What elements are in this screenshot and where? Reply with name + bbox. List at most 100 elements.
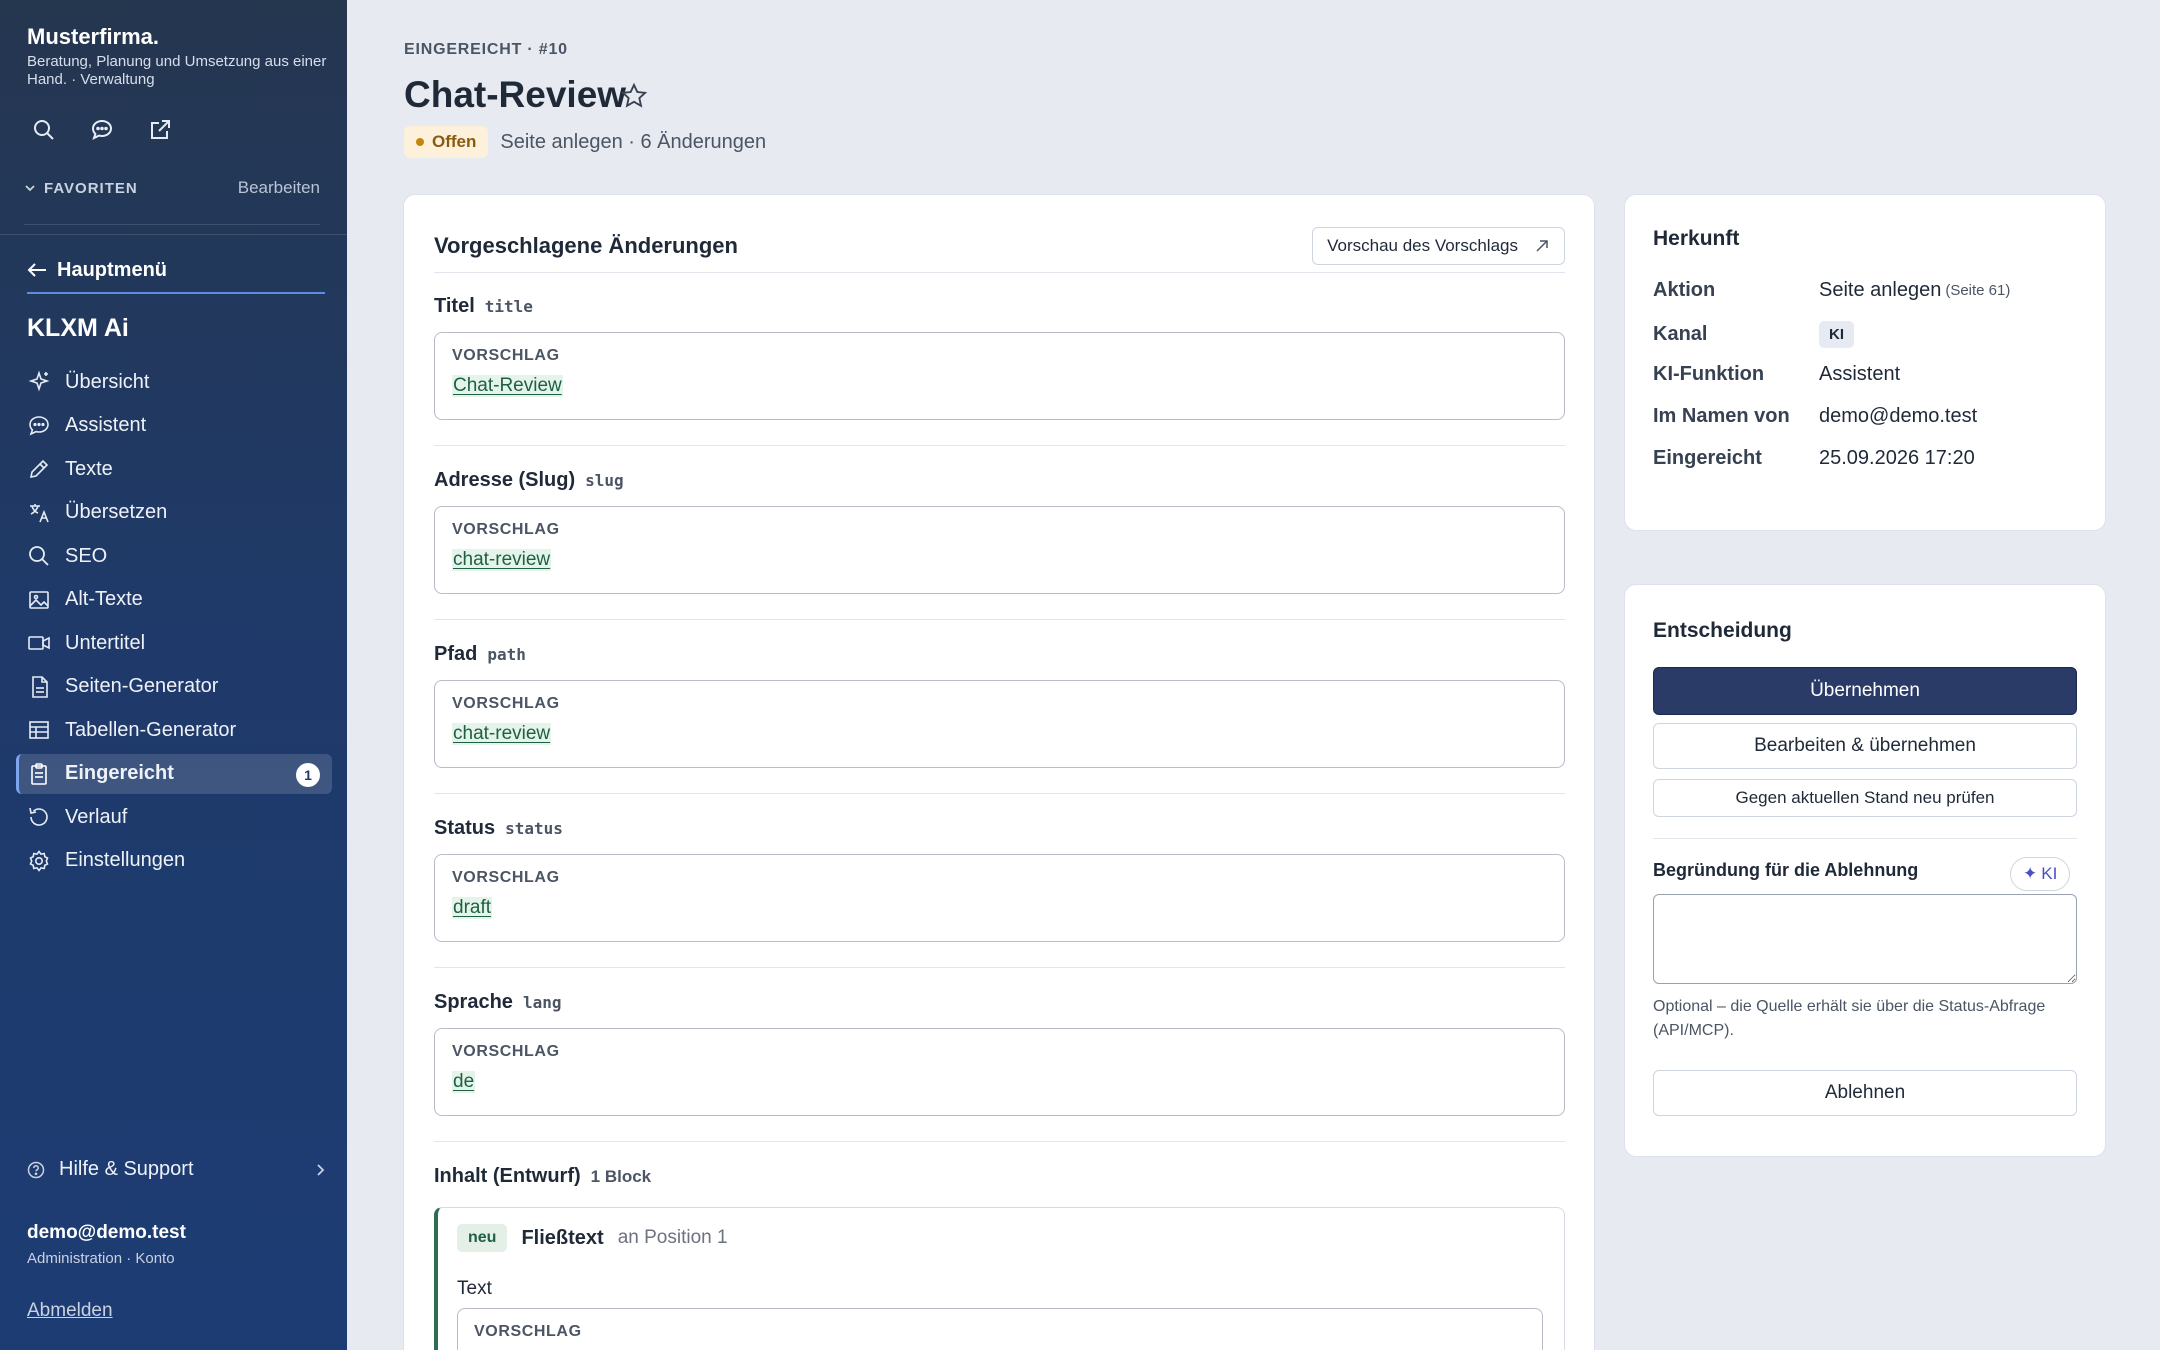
field-status: Status status VORSCHLAG draft [434, 817, 1565, 942]
field-title: Titel title VORSCHLAG Chat-Review [434, 295, 1565, 420]
origin-row-ki-function: KI-Funktion Assistent [1653, 363, 2083, 386]
field-name: Sprache [434, 991, 513, 1013]
proposal-value: chat-review [452, 549, 552, 571]
gear-icon [29, 849, 49, 872]
search-icon [29, 546, 49, 566]
logout-link[interactable]: Abmelden [27, 1300, 113, 1322]
count-badge: 1 [296, 762, 320, 787]
proposal-box: VORSCHLAG chat-review [434, 680, 1565, 768]
brand-name: Musterfirma. [27, 24, 160, 49]
breadcrumb: EINGEREICHT · #10 [404, 41, 568, 58]
origin-key: Im Namen von [1653, 405, 1790, 427]
proposal-label: VORSCHLAG [452, 869, 560, 886]
origin-value: demo@demo.test [1819, 405, 1978, 427]
clipboard-icon [31, 762, 47, 785]
chat-icon [29, 415, 49, 436]
field-name: Adresse (Slug) [434, 469, 576, 491]
back-to-main-menu[interactable]: Hauptmenü [27, 248, 325, 294]
sidebar-item-seiten-generator[interactable]: Seiten-Generator [16, 667, 332, 707]
field-label: Status status [434, 817, 1565, 840]
preview-proposal-button[interactable]: Vorschau des Vorschlags [1312, 227, 1565, 265]
proposal-value: Chat-Review [452, 375, 563, 397]
sidebar-item-texte[interactable]: Texte [16, 449, 332, 489]
content-block: neu Fließtext an Position 1 Text VORSCHL… [434, 1207, 1565, 1350]
video-icon [28, 636, 50, 650]
origin-value-extra: (Seite 61) [1945, 282, 2011, 299]
block-type: Fließtext [521, 1226, 604, 1249]
search-icon[interactable] [30, 116, 58, 144]
reject-button[interactable]: Ablehnen [1653, 1070, 2077, 1116]
divider [434, 793, 1565, 794]
proposal-box: VORSCHLAG chat-review [434, 506, 1565, 594]
origin-key: KI-Funktion [1653, 363, 1765, 385]
sidebar-nav: Übersicht Assistent Texte Übersetzen SEO… [16, 362, 332, 884]
edit-accept-button[interactable]: Bearbeiten & übernehmen [1653, 723, 2077, 769]
sidebar-item-einstellungen[interactable]: Einstellungen [16, 841, 332, 881]
recheck-button[interactable]: Gegen aktuellen Stand neu prüfen [1653, 779, 2077, 817]
status-badge: Offen [404, 126, 489, 158]
status-badge-label: Offen [432, 132, 477, 151]
field-lang: Sprache lang VORSCHLAG de [434, 991, 1565, 1116]
rejection-reason-input[interactable] [1653, 894, 2077, 984]
sidebar-item-tabellen-generator[interactable]: Tabellen-Generator [16, 710, 332, 750]
sidebar-item-untertitel[interactable]: Untertitel [16, 623, 332, 663]
user-subtitle: Administration · Konto [27, 1250, 175, 1267]
divider [434, 619, 1565, 620]
divider [24, 224, 320, 225]
field-path: Pfad path VORSCHLAG chat-review [434, 643, 1565, 768]
divider [0, 234, 347, 235]
help-icon [27, 1161, 45, 1178]
sidebar-item-uebersicht[interactable]: Übersicht [16, 362, 332, 402]
field-key: title [484, 297, 533, 316]
help-support-link[interactable]: Hilfe & Support [27, 1158, 325, 1181]
origin-key: Eingereicht [1653, 447, 1762, 469]
origin-value: Assistent [1819, 363, 1901, 385]
sidebar-item-label: Einstellungen [65, 849, 186, 871]
document-icon [32, 675, 48, 698]
arrow-left-icon [27, 263, 46, 277]
block-header: neu Fließtext an Position 1 [457, 1224, 728, 1252]
proposal-label: VORSCHLAG [452, 347, 560, 364]
card-title: Vorgeschlagene Änderungen [434, 233, 738, 258]
sparkle-icon [28, 370, 50, 392]
ki-suggest-button[interactable]: ✦ KI [2010, 857, 2071, 891]
sidebar-item-label: Assistent [65, 414, 147, 436]
origin-row-channel: Kanal KI [1653, 321, 2083, 348]
reason-hint: Optional – die Quelle erhält sie über di… [1653, 998, 2046, 1039]
image-icon [29, 590, 49, 609]
history-icon [29, 807, 48, 826]
field-slug: Adresse (Slug) slug VORSCHLAG chat-revie… [434, 469, 1565, 594]
arrow-up-right-icon [1536, 240, 1548, 252]
favorites-toggle[interactable]: FAVORITEN [24, 180, 138, 197]
origin-key: Aktion [1653, 279, 1716, 301]
pencil-icon [29, 459, 49, 479]
chevron-down-icon [25, 185, 35, 192]
field-name: Inhalt (Entwurf) [434, 1165, 581, 1187]
sidebar-item-alt-texte[interactable]: Alt-Texte [16, 580, 332, 620]
brand-subtitle: Beratung, Planung und Umsetzung aus eine… [27, 53, 327, 88]
field-label: Titel title [434, 295, 1565, 318]
star-icon[interactable] [620, 82, 648, 115]
divider [434, 1141, 1565, 1142]
block-field-label: Text [457, 1278, 492, 1299]
chat-icon[interactable] [88, 116, 116, 144]
sidebar-item-verlauf[interactable]: Verlauf [16, 797, 332, 837]
sidebar-item-assistent[interactable]: Assistent [16, 406, 332, 446]
sidebar-item-seo[interactable]: SEO [16, 536, 332, 576]
block-count: 1 Block [590, 1167, 652, 1186]
divider [434, 272, 1565, 273]
card-header: Vorgeschlagene Änderungen Vorschau des V… [434, 225, 1565, 267]
divider [1653, 838, 2077, 839]
field-key: status [505, 819, 563, 838]
favorites-edit-link[interactable]: Bearbeiten [238, 178, 320, 198]
accept-button[interactable]: Übernehmen [1653, 667, 2077, 715]
sidebar-item-label: SEO [65, 544, 108, 567]
field-label: Adresse (Slug) slug [434, 469, 1565, 492]
sidebar-item-eingereicht[interactable]: Eingereicht 1 [16, 753, 332, 794]
sidebar-item-uebersetzen[interactable]: Übersetzen [16, 493, 332, 533]
field-key: path [487, 645, 526, 664]
external-link-icon[interactable] [146, 116, 174, 144]
proposal-value: chat-review [452, 723, 552, 745]
table-icon [29, 721, 49, 739]
proposal-label: VORSCHLAG [452, 521, 560, 538]
